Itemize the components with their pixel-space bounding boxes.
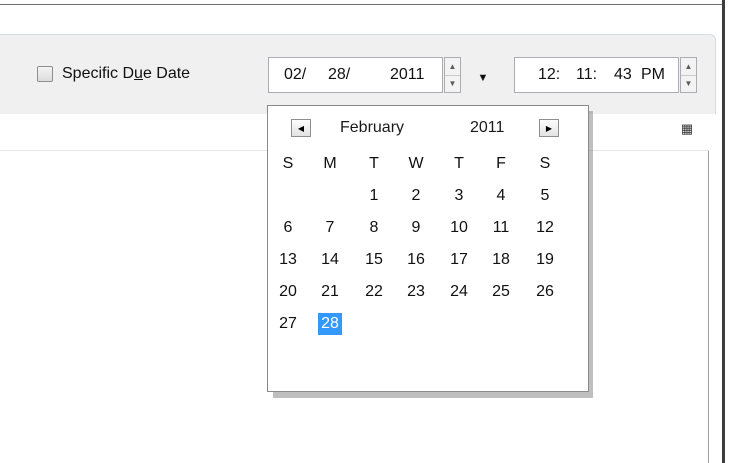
day-cell[interactable]: 24: [447, 281, 471, 303]
day-cell[interactable]: 12: [533, 217, 557, 239]
weekday-header: W: [408, 155, 424, 172]
day-cell[interactable]: 16: [404, 249, 428, 271]
day-cell[interactable]: 23: [404, 281, 428, 303]
time-spin-up-icon[interactable]: ▲: [681, 58, 696, 76]
date-spinner[interactable]: ▲ ▼: [444, 57, 461, 93]
calendar-month-label[interactable]: February: [340, 119, 404, 137]
day-cell[interactable]: 19: [533, 249, 557, 271]
column-chooser-icon[interactable]: ▦: [679, 122, 695, 136]
date-month-segment[interactable]: 02/: [284, 65, 306, 85]
weekday-header: M: [323, 155, 337, 172]
next-month-icon[interactable]: ▶: [539, 119, 559, 137]
date-field[interactable]: 02/ 28/ 2011: [268, 57, 443, 93]
time-minute-segment[interactable]: 11:: [576, 65, 597, 85]
day-cell[interactable]: 26: [533, 281, 557, 303]
specific-due-date-label[interactable]: Specific Due Date: [62, 64, 190, 84]
date-year-segment[interactable]: 2011: [390, 65, 424, 85]
label-text-part: Specific D: [62, 65, 135, 82]
day-cell[interactable]: 6: [276, 217, 300, 239]
calendar-year-label[interactable]: 2011: [470, 119, 504, 137]
date-spin-down-icon[interactable]: ▼: [445, 75, 460, 92]
day-cell[interactable]: 11: [489, 217, 513, 239]
specific-due-date-checkbox[interactable]: [37, 66, 53, 82]
day-cell[interactable]: 9: [404, 217, 428, 239]
window-right-border: [722, 0, 725, 463]
time-spin-down-icon[interactable]: ▼: [681, 75, 696, 92]
day-cell[interactable]: 17: [447, 249, 471, 271]
time-second-segment[interactable]: 43: [614, 65, 632, 85]
day-cell[interactable]: 25: [489, 281, 513, 303]
calendar-dropdown-icon[interactable]: ▼: [476, 72, 490, 84]
day-cell[interactable]: 4: [489, 185, 513, 207]
date-day-segment[interactable]: 28/: [328, 65, 350, 85]
weekday-header: T: [369, 155, 379, 172]
calendar-popup: ◀ February 2011 ▶ S M T W T F S 1 2 3 4 5 6 7 8 9 10 11 12…: [267, 105, 589, 392]
selected-day-cell[interactable]: 28: [318, 313, 342, 335]
day-cell[interactable]: 14: [318, 249, 342, 271]
time-spinner[interactable]: ▲ ▼: [680, 57, 697, 93]
weekday-header: S: [539, 155, 551, 172]
day-cell[interactable]: 15: [362, 249, 386, 271]
time-field[interactable]: 12: 11: 43 PM: [514, 57, 679, 93]
weekday-header: S: [282, 155, 294, 172]
day-cell[interactable]: 27: [276, 313, 300, 335]
day-cell[interactable]: 13: [276, 249, 300, 271]
day-cell[interactable]: 8: [362, 217, 386, 239]
previous-month-icon[interactable]: ◀: [291, 119, 311, 137]
day-cell[interactable]: 3: [447, 185, 471, 207]
label-text-part: e Date: [142, 65, 191, 82]
time-hour-segment[interactable]: 12:: [538, 65, 560, 85]
day-cell[interactable]: 10: [447, 217, 471, 239]
day-cell[interactable]: 1: [362, 185, 386, 207]
label-accelerator-key: u: [134, 65, 143, 82]
day-cell[interactable]: 2: [404, 185, 428, 207]
weekday-header: T: [454, 155, 464, 172]
day-cell[interactable]: 20: [276, 281, 300, 303]
day-cell[interactable]: 22: [362, 281, 386, 303]
day-cell[interactable]: 5: [533, 185, 557, 207]
day-cell[interactable]: 18: [489, 249, 513, 271]
window-top-border: [0, 0, 723, 5]
day-cell[interactable]: 7: [318, 217, 342, 239]
weekday-header: F: [496, 155, 506, 172]
time-ampm-segment[interactable]: PM: [641, 65, 665, 85]
day-cell[interactable]: 21: [318, 281, 342, 303]
date-spin-up-icon[interactable]: ▲: [445, 58, 460, 76]
